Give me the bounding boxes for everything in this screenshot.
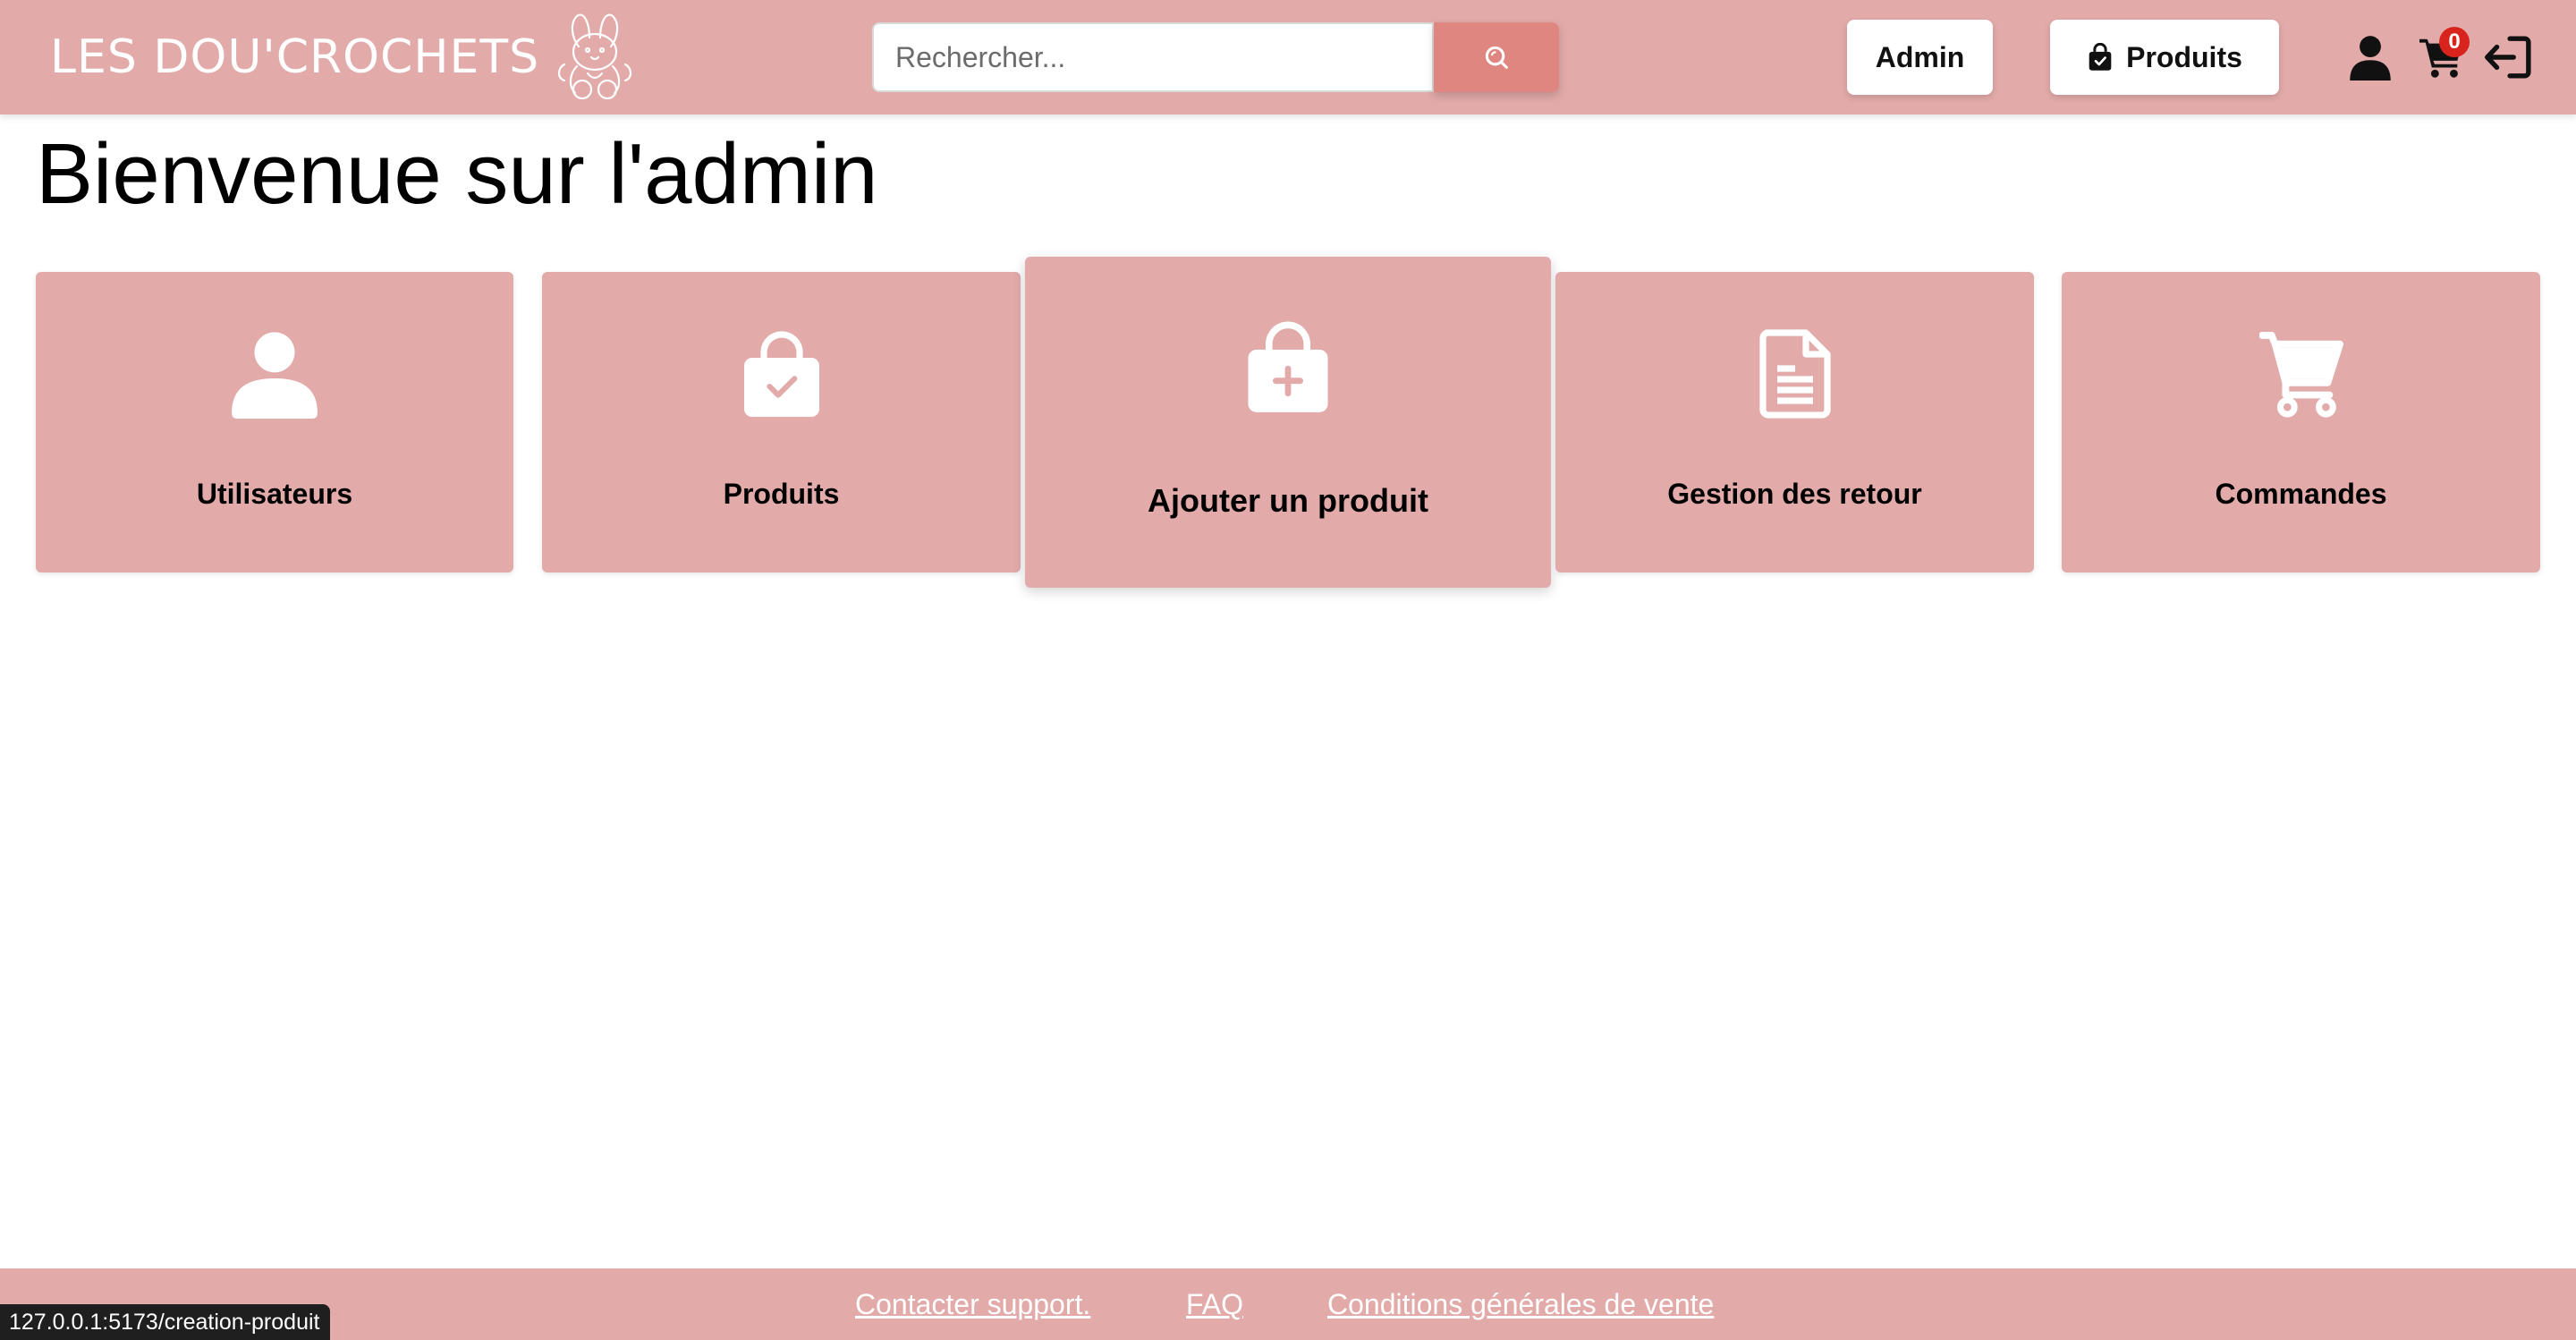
cart-count-badge: 0 bbox=[2439, 27, 2470, 57]
user-profile-button[interactable] bbox=[2343, 30, 2397, 84]
top-navbar: LES DOU'CROCHETS Admin bbox=[0, 0, 2576, 114]
footer-link-support[interactable]: Contacter support. bbox=[855, 1288, 1090, 1321]
search-input[interactable] bbox=[872, 22, 1434, 92]
shopping-bag-icon bbox=[2089, 43, 2112, 71]
produits-button-label: Produits bbox=[2126, 40, 2242, 73]
bag-plus-icon bbox=[1248, 321, 1328, 412]
admin-button-label: Admin bbox=[1875, 40, 1965, 73]
card-label: Gestion des retour bbox=[1667, 478, 1922, 510]
card-gestion-des-retour[interactable]: Gestion des retour bbox=[1555, 272, 2034, 572]
footer-link-cgv[interactable]: Conditions générales de vente bbox=[1327, 1288, 1714, 1321]
search-icon bbox=[1485, 46, 1508, 69]
footer: Contacter support. FAQ Conditions généra… bbox=[0, 1268, 2576, 1340]
search-bar bbox=[872, 22, 1559, 92]
produits-button[interactable]: Produits bbox=[2050, 20, 2279, 95]
bag-check-icon bbox=[743, 331, 819, 417]
user-icon bbox=[2350, 36, 2391, 81]
footer-link-faq[interactable]: FAQ bbox=[1186, 1288, 1243, 1321]
logout-icon bbox=[2485, 36, 2531, 79]
status-bar-url: 127.0.0.1:5173/creation-produit bbox=[0, 1304, 331, 1340]
card-ajouter-un-produit[interactable]: Ajouter un produit bbox=[1025, 257, 1551, 588]
card-utilisateurs[interactable]: Utilisateurs bbox=[36, 272, 513, 572]
logo-text: LES DOU'CROCHETS bbox=[50, 30, 540, 84]
card-label: Commandes bbox=[2215, 478, 2387, 510]
site-logo[interactable]: LES DOU'CROCHETS bbox=[50, 0, 638, 114]
cart-icon bbox=[2258, 332, 2343, 418]
card-label: Produits bbox=[723, 478, 840, 510]
page-title: Bienvenue sur l'admin bbox=[36, 126, 878, 222]
bunny-logo-icon bbox=[558, 13, 632, 100]
card-label: Ajouter un produit bbox=[1148, 482, 1428, 519]
user-icon bbox=[232, 332, 318, 419]
card-commandes[interactable]: Commandes bbox=[2062, 272, 2540, 572]
card-label: Utilisateurs bbox=[196, 478, 353, 510]
search-button[interactable] bbox=[1434, 22, 1559, 92]
document-icon bbox=[1758, 329, 1831, 419]
logout-button[interactable] bbox=[2481, 30, 2535, 84]
card-produits[interactable]: Produits bbox=[542, 272, 1021, 572]
admin-button[interactable]: Admin bbox=[1847, 20, 1993, 95]
